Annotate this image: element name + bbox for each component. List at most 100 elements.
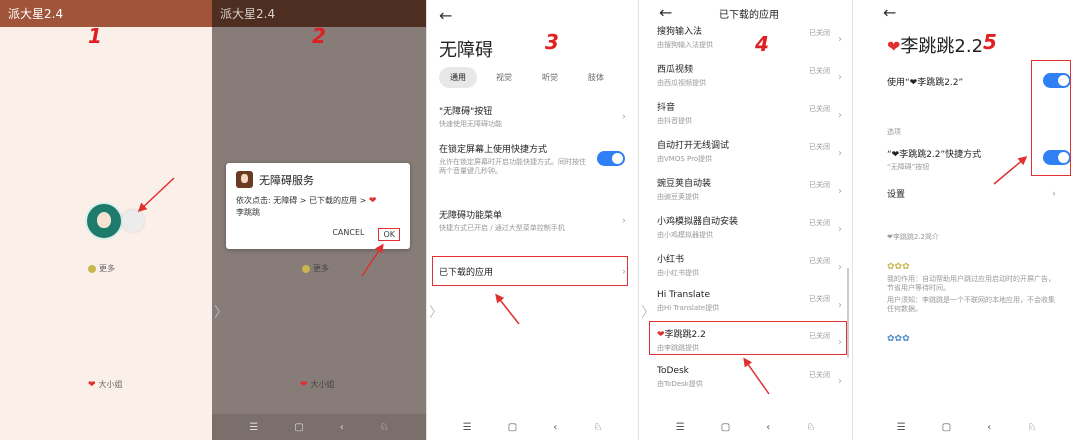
menu-icon[interactable]: ☰ (897, 422, 906, 433)
tab-physical[interactable]: 肢体 (577, 67, 615, 88)
row-subtitle: 快捷方式已开启 / 通过大型菜单控制手机 (439, 224, 565, 232)
settings-label: 设置 (887, 190, 906, 200)
chevron-right-icon: › (622, 215, 626, 226)
help-line-2: 用户须知：李跳跳是一个不联网的本地应用，不会收集任何数据。 (887, 296, 1055, 313)
accessibility-button-row[interactable]: "无障碍"按钮 快速使用无障碍功能 › (427, 104, 638, 129)
app-provider: 由小红书提供 (657, 269, 699, 277)
app-row[interactable]: 豌豆荚自动装 由豌豆荚提供 已关闭 › (639, 176, 852, 214)
menu-icon[interactable]: ☰ (249, 422, 258, 433)
menu-icon[interactable]: ☰ (676, 422, 685, 433)
footer-text: 大小姐 (310, 380, 335, 389)
tab-general[interactable]: 通用 (439, 67, 477, 88)
app-row[interactable]: 西瓜视频 由西瓜视频提供 已关闭 › (639, 62, 852, 100)
app-row[interactable]: 小鸡模拟器自动安装 由小鸡模拟器提供 已关闭 › (639, 214, 852, 252)
app-row[interactable]: 抖音 由抖音提供 已关闭 › (639, 100, 852, 138)
help-text: ✿✿✿ 我的作用：自动帮助用户跳过应用启动时的开屏广告，节省用户等待时间。 用户… (853, 262, 1080, 344)
assist-icon[interactable]: ♘ (593, 422, 602, 433)
row-subtitle: 允许在锁定屏幕时开启功能快捷方式。同时按住两个音量键几秒钟。 (439, 158, 586, 175)
tab-hearing[interactable]: 听觉 (531, 67, 569, 88)
app-status: 已关闭 (809, 257, 830, 265)
system-nav-bar: ☰ ▢ ‹ ♘ (212, 414, 426, 440)
menu-icon[interactable]: ☰ (463, 422, 472, 433)
app-provider: 由西瓜视频提供 (657, 79, 706, 87)
chevron-right-icon: › (838, 72, 842, 83)
assist-icon[interactable]: ♘ (380, 422, 389, 433)
chevron-right-icon: › (838, 186, 842, 197)
footer-text: 大小姐 (98, 380, 123, 389)
app-status: 已关闭 (809, 105, 830, 113)
app-row[interactable]: 自动打开无线调试 由VMOS Pro提供 已关闭 › (639, 138, 852, 176)
tab-vision[interactable]: 视觉 (485, 67, 523, 88)
page-title: ❤李跳跳2.2 (887, 32, 983, 58)
dialog-title: 无障碍服务 (259, 173, 314, 187)
lockscreen-shortcut-switch[interactable] (597, 151, 625, 166)
home-icon[interactable]: ▢ (942, 422, 951, 433)
step-number: 5 (983, 30, 997, 54)
app-name: 抖音 (657, 103, 676, 113)
assist-icon[interactable]: ♘ (1027, 422, 1036, 433)
app-title-bar: 派大星2.4 (0, 0, 212, 27)
app-name: 豌豆荚自动装 (657, 179, 712, 189)
back-arrow-icon[interactable]: ← (659, 3, 672, 22)
chevron-right-icon: › (838, 224, 842, 235)
app-name: 搜狗输入法 (657, 27, 703, 37)
back-icon[interactable]: ‹ (987, 422, 991, 433)
page-title: 无障碍 (439, 40, 493, 61)
assist-icon[interactable]: ♘ (806, 422, 815, 433)
help-line-1: 我的作用：自动帮助用户跳过应用启动时的开屏广告，节省用户等待时间。 (887, 275, 1055, 292)
accessibility-menu-row[interactable]: 无障碍功能菜单 快捷方式已开启 / 通过大型菜单控制手机 › (427, 208, 638, 233)
more-link: 更多 (302, 263, 329, 274)
home-icon[interactable]: ▢ (721, 422, 730, 433)
scrollbar[interactable] (847, 268, 849, 358)
step-number: 1 (88, 24, 102, 48)
more-icon (88, 264, 96, 273)
app-provider: 由Hi Translate提供 (657, 304, 720, 312)
system-nav-bar: ☰ ▢ ‹ ♘ (853, 414, 1080, 440)
back-icon[interactable]: ‹ (553, 422, 557, 433)
settings-row[interactable]: 设置 › (853, 187, 1080, 200)
app-name: ToDesk (657, 366, 689, 376)
back-icon[interactable]: ‹ (766, 422, 770, 433)
app-row[interactable]: 小红书 由小红书提供 已关闭 › (639, 252, 852, 290)
dialog-message: 依次点击: 无障碍 > 已下载的应用 > ❤ 李跳跳 (236, 195, 400, 218)
app-row[interactable]: 搜狗输入法 由搜狗输入法提供 已关闭 › (639, 24, 852, 62)
cancel-button[interactable]: CANCEL (332, 228, 364, 241)
panel-1-launcher: 派大星2.4 1 更多 ❤ 大小姐 (0, 0, 212, 440)
app-name: 小鸡模拟器自动安装 (657, 217, 739, 227)
more-label: 更多 (313, 264, 329, 273)
footer-label: ❤ 大小姐 (300, 379, 335, 390)
row-title: "无障碍"按钮 (439, 107, 493, 117)
panel-4-downloaded-apps: ← 已下载的应用 4 搜狗输入法 由搜狗输入法提供 已关闭 › 西瓜视频 由西瓜… (638, 0, 852, 440)
back-icon[interactable]: ‹ (340, 422, 344, 433)
more-link[interactable]: 更多 (88, 263, 115, 274)
app-provider: 由VMOS Pro提供 (657, 155, 713, 163)
ok-button[interactable]: OK (378, 228, 400, 241)
app-title: 派大星2.4 (220, 7, 276, 21)
page-title-text: 李跳跳2.2 (900, 36, 984, 57)
emoji-row: ✿✿✿ (887, 262, 910, 272)
category-tabs: 通用 视觉 听觉 肢体 (439, 67, 615, 88)
app-name: Hi Translate (657, 290, 710, 300)
footer-label: ❤ 大小姐 (88, 379, 123, 390)
heart-icon: ❤ (88, 379, 96, 390)
more-icon (302, 264, 310, 273)
home-icon[interactable]: ▢ (508, 422, 517, 433)
panel-2-dialog: 派大星2.4 2 更多 ❤ 大小姐 无障碍服务 依次点击: 无障碍 > 已下载的… (212, 0, 426, 440)
app-row[interactable]: ToDesk 由ToDesk提供 已关闭 › (639, 366, 852, 404)
app-name: 西瓜视频 (657, 65, 694, 75)
step-number: 3 (545, 30, 559, 54)
panel-3-accessibility: ← 无障碍 3 通用 视觉 听觉 肢体 "无障碍"按钮 快速使用无障碍功能 › … (426, 0, 638, 440)
app-status: 已关闭 (809, 67, 830, 75)
app-status: 已关闭 (809, 371, 830, 379)
app-provider: 由ToDesk提供 (657, 380, 703, 388)
service-toggle[interactable] (122, 210, 144, 232)
back-arrow-icon[interactable]: ← (883, 3, 896, 22)
help-title: ❤李跳跳2.2简介 (853, 230, 1080, 242)
chevron-right-icon: › (838, 262, 842, 273)
home-icon[interactable]: ▢ (294, 422, 303, 433)
back-arrow-icon[interactable]: ← (439, 6, 452, 25)
app-status: 已关闭 (809, 29, 830, 37)
app-status: 已关闭 (809, 295, 830, 303)
highlight-box (432, 256, 628, 286)
chevron-right-icon: › (838, 110, 842, 121)
